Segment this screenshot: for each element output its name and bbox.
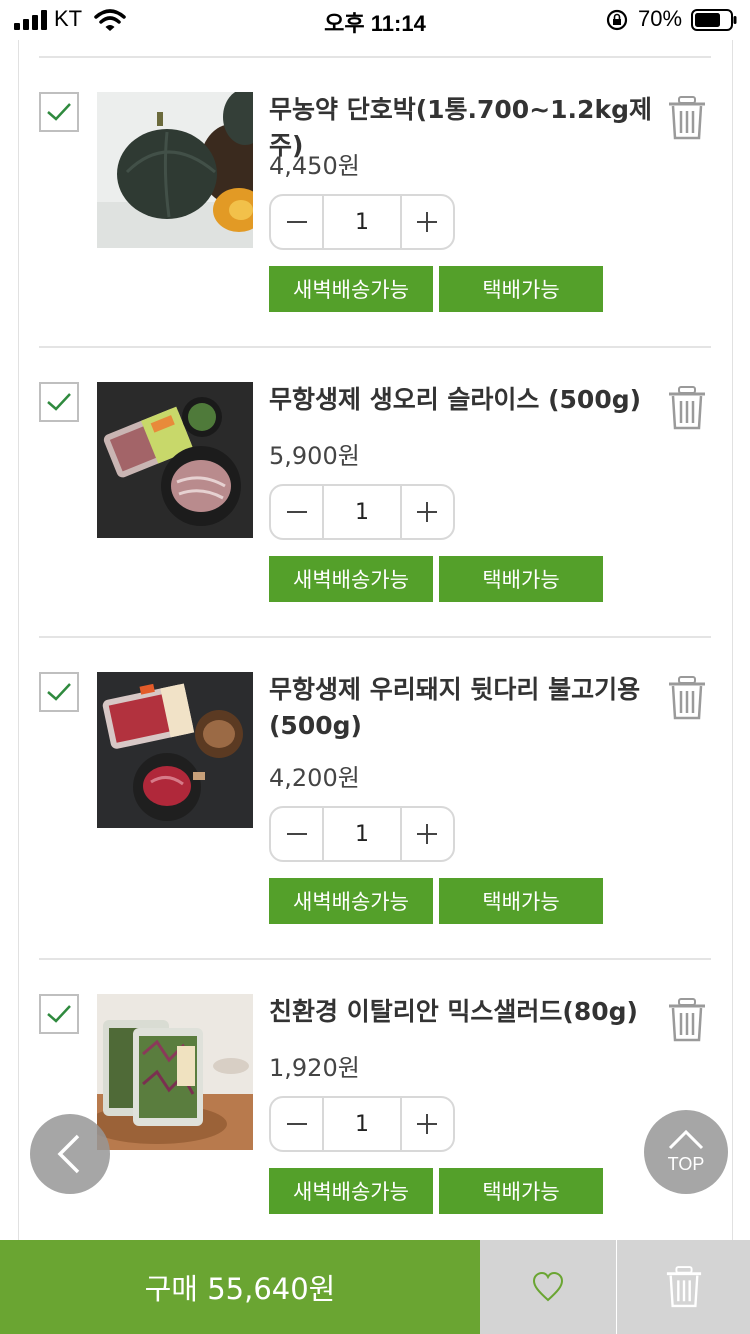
quantity-stepper: 1 — [269, 484, 455, 540]
quantity-decrease-button[interactable] — [271, 808, 322, 860]
quantity-increase-button[interactable] — [402, 1098, 453, 1150]
product-price: 1,920원 — [269, 1054, 360, 1082]
divider — [39, 636, 711, 638]
item-checkbox[interactable] — [39, 994, 79, 1034]
item-checkbox[interactable] — [39, 382, 79, 422]
quantity-stepper: 1 — [269, 1096, 455, 1152]
product-price: 4,200원 — [269, 764, 360, 792]
cart-item: 무농약 단호박(1통.700~1.2kg제주) 4,450원 1 새벽배송가능 … — [39, 92, 711, 382]
quantity-decrease-button[interactable] — [271, 1098, 322, 1150]
item-checkbox[interactable] — [39, 672, 79, 712]
product-name[interactable]: 친환경 이탈리안 믹스샐러드(80g) — [269, 994, 669, 1030]
quantity-value[interactable]: 1 — [322, 808, 402, 860]
buy-button[interactable]: 구매 55,640원 — [0, 1240, 480, 1334]
heart-icon — [532, 1271, 564, 1302]
dawn-delivery-badge: 새벽배송가능 — [269, 266, 433, 312]
minus-icon — [286, 221, 307, 223]
quantity-stepper: 1 — [269, 806, 455, 862]
product-name[interactable]: 무항생제 우리돼지 뒷다리 불고기용 (500g) — [269, 672, 669, 744]
parcel-delivery-badge: 택배가능 — [439, 266, 603, 312]
dawn-delivery-badge: 새벽배송가능 — [269, 556, 433, 602]
product-price: 4,450원 — [269, 152, 360, 180]
chevron-up-icon — [668, 1129, 704, 1150]
quantity-decrease-button[interactable] — [271, 486, 322, 538]
chevron-left-icon — [57, 1134, 80, 1174]
battery-icon — [691, 9, 737, 31]
checkmark-icon — [47, 683, 71, 701]
product-image[interactable] — [97, 994, 253, 1150]
quantity-increase-button[interactable] — [402, 486, 453, 538]
checkmark-icon — [47, 1005, 71, 1023]
quantity-increase-button[interactable] — [402, 808, 453, 860]
product-name[interactable]: 무항생제 생오리 슬라이스 (500g) — [269, 382, 669, 418]
product-image[interactable] — [97, 672, 253, 828]
item-checkbox[interactable] — [39, 92, 79, 132]
cart-list: 무농약 단호박(1통.700~1.2kg제주) 4,450원 1 새벽배송가능 … — [18, 40, 733, 1334]
quantity-stepper: 1 — [269, 194, 455, 250]
quantity-value[interactable]: 1 — [322, 196, 402, 248]
parcel-delivery-badge: 택배가능 — [439, 556, 603, 602]
trash-icon[interactable] — [667, 998, 707, 1042]
quantity-value[interactable]: 1 — [322, 486, 402, 538]
minus-icon — [286, 511, 307, 513]
plus-icon — [417, 824, 438, 844]
scroll-top-button[interactable]: TOP — [644, 1110, 728, 1194]
parcel-delivery-badge: 택배가능 — [439, 1168, 603, 1214]
product-price: 5,900원 — [269, 442, 360, 470]
scroll-top-label: TOP — [667, 1154, 705, 1174]
dawn-delivery-badge: 새벽배송가능 — [269, 878, 433, 924]
minus-icon — [286, 1123, 307, 1125]
minus-icon — [286, 833, 307, 835]
cart-item: 무항생제 생오리 슬라이스 (500g) 5,900원 1 새벽배송가능 택배가… — [39, 382, 711, 672]
trash-icon[interactable] — [667, 676, 707, 720]
parcel-delivery-badge: 택배가능 — [439, 878, 603, 924]
trash-icon[interactable] — [667, 96, 707, 140]
product-image[interactable] — [97, 92, 253, 248]
quantity-value[interactable]: 1 — [322, 1098, 402, 1150]
divider — [39, 346, 711, 348]
plus-icon — [417, 212, 438, 232]
wishlist-button[interactable] — [480, 1240, 616, 1334]
battery-percent: 70% — [638, 6, 683, 31]
trash-icon[interactable] — [667, 386, 707, 430]
product-image[interactable] — [97, 382, 253, 538]
checkmark-icon — [47, 103, 71, 121]
cart-item: 무항생제 우리돼지 뒷다리 불고기용 (500g) 4,200원 1 새벽배송가… — [39, 672, 711, 994]
trash-icon — [666, 1266, 701, 1308]
rotation-lock-icon — [606, 9, 628, 31]
status-bar: KT 오후 11:14 70% — [0, 0, 750, 40]
plus-icon — [417, 502, 438, 522]
back-button[interactable] — [30, 1114, 110, 1194]
quantity-decrease-button[interactable] — [271, 196, 322, 248]
dawn-delivery-badge: 새벽배송가능 — [269, 1168, 433, 1214]
checkmark-icon — [47, 393, 71, 411]
delete-selected-button[interactable] — [617, 1240, 750, 1334]
quantity-increase-button[interactable] — [402, 196, 453, 248]
bottom-action-bar: 구매 55,640원 — [0, 1240, 750, 1334]
divider — [39, 56, 711, 58]
plus-icon — [417, 1114, 438, 1134]
divider — [39, 958, 711, 960]
